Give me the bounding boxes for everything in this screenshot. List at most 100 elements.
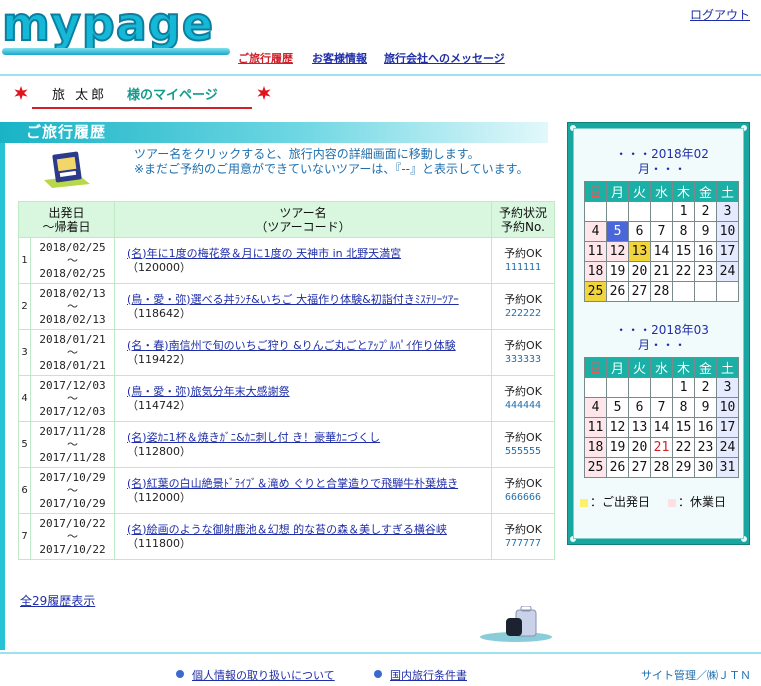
calendar-day: 9: [694, 221, 717, 242]
reservation-status: 予約OK: [504, 338, 542, 352]
calendar-month-mar: 日月火水木金土 1 2 3 4 5 6 7 8 9 10 11 12 13 14 15 16 17 18 19 20 21…: [584, 357, 739, 478]
tour-name-link[interactable]: (鳥・愛・弥)選べる丼ﾗﾝﾁ&いちご 大福作り体験&初詣付きﾐｽﾃﾘｰﾂｱｰ: [127, 293, 487, 307]
header-status-line2: 予約No.: [501, 219, 545, 234]
month-title-line2: 月・・・: [637, 338, 686, 352]
calendar-day: 12: [606, 417, 629, 438]
calendar-day: 31: [716, 457, 739, 478]
table-row: 1 2018/02/25 〜 2018/02/25 (名)年に1度の梅花祭＆月に1度の …: [18, 237, 555, 284]
tour-name-link[interactable]: (名)紅葉の白山絶景ﾄﾞﾗｲﾌﾞ＆滝め ぐりと合掌造りで飛騨牛朴葉焼き: [127, 477, 487, 491]
calendar-day: 17: [716, 241, 739, 262]
name-underline: [32, 107, 252, 109]
row-status: 予約OK 666666: [491, 467, 555, 514]
calendar-day: [650, 377, 673, 398]
date-tilde: 〜: [67, 438, 78, 451]
tour-name-link[interactable]: (名)絵画のような御射鹿池＆幻想 的な苔の森＆美しすぎる横谷峡: [127, 523, 487, 537]
intro-line-2: ※まだご予約のご用意ができていないツアーは、『--』と表示しています。: [134, 162, 529, 176]
legend-holiday: ：休業日: [668, 495, 726, 510]
row-status: 予約OK 222222: [491, 283, 555, 330]
calendar-day: 10: [716, 397, 739, 418]
reservation-number: 666666: [504, 491, 542, 503]
calendar-day: 16: [694, 241, 717, 262]
calendar-day: 11: [584, 241, 607, 262]
luggage-icon: [480, 605, 552, 642]
row-tour: (名)絵画のような御射鹿池＆幻想 的な苔の森＆美しすぎる横谷峡 （111800）: [114, 513, 492, 560]
calendar-day: 14: [650, 241, 673, 262]
depart-date: 2017/11/28: [39, 425, 106, 438]
calendar-day: 21: [650, 437, 673, 458]
weekday-row: 日月火水木金土: [584, 181, 739, 202]
table-row: 5 2017/11/28 〜 2017/11/28 (名)姿ｶﾆ1杯＆焼きｶﾞﾆ&ｶﾆ刺…: [18, 421, 555, 468]
calendar-week: 18 19 20 21 22 23 24: [584, 261, 739, 282]
logout-link[interactable]: ログアウト: [690, 6, 750, 23]
calendar-day: 19: [606, 261, 629, 282]
header-tour-line1: ツアー名: [279, 205, 327, 220]
user-name: 旅 太郎: [52, 88, 108, 103]
calendar-day: 28: [650, 457, 673, 478]
calendar-day: 13: [628, 417, 651, 438]
reservation-number: 444444: [504, 399, 542, 411]
date-tilde: 〜: [67, 392, 78, 405]
row-dates: 2017/11/28 〜 2017/11/28: [30, 421, 115, 468]
bullet-icon: [176, 670, 184, 678]
privacy-policy-link[interactable]: 個人情報の取り扱いについて: [192, 667, 335, 683]
date-tilde: 〜: [67, 484, 78, 497]
reservation-number: 333333: [504, 353, 542, 365]
calendar-month-feb: 日月火水木金土 1 2 3 4 5 6 7 8 9 10 11 12 13 14 15 16 17 18 19 20 21…: [584, 181, 739, 302]
nav-message-to-agency[interactable]: 旅行会社へのメッセージ: [384, 50, 505, 66]
row-dates: 2018/01/21 〜 2018/01/21: [30, 329, 115, 376]
return-date: 2018/01/21: [39, 359, 106, 372]
row-status: 予約OK 777777: [491, 513, 555, 560]
bullet-icon: [374, 670, 382, 678]
table-row: 2 2018/02/13 〜 2018/02/13 (鳥・愛・弥)選べる丼ﾗﾝﾁ&いちご…: [18, 283, 555, 330]
row-tour: (名)年に1度の梅花祭＆月に1度の 天神市 in 北野天満宮 （120000）: [114, 237, 492, 284]
tour-name-link[interactable]: (鳥・愛・弥)旅気分年末大感謝祭: [127, 385, 487, 399]
calendar-day: 30: [694, 457, 717, 478]
intro-line-1: ツアー名をクリックすると、旅行内容の詳細画面に移動します。: [134, 147, 480, 161]
calendar-day: 24: [716, 437, 739, 458]
travel-terms-link[interactable]: 国内旅行条件書: [390, 667, 467, 683]
row-tour: (名・春)南信州で旬のいちご狩り &りんご丸ごとｱｯﾌﾟﾙﾊﾟｲ作り体験 （119…: [114, 329, 492, 376]
depart-date: 2018/02/13: [39, 287, 106, 300]
tour-name-link[interactable]: (名・春)南信州で旬のいちご狩り &りんご丸ごとｱｯﾌﾟﾙﾊﾟｲ作り体験: [127, 339, 487, 353]
calendar-day: 26: [606, 281, 629, 302]
nav-travel-history[interactable]: ご旅行履歴: [238, 50, 293, 66]
all-history-link[interactable]: 全29履歴表示: [20, 592, 95, 609]
weekday-header: 土: [716, 357, 739, 378]
tour-name-link[interactable]: (名)年に1度の梅花祭＆月に1度の 天神市 in 北野天満宮: [127, 247, 487, 261]
weekday-header: 日: [584, 357, 607, 378]
calendar-day: [650, 201, 673, 222]
calendar-day: 9: [694, 397, 717, 418]
calendar-week: 11 12 13 14 15 16 17: [584, 417, 739, 438]
weekday-row: 日月火水木金土: [584, 357, 739, 378]
return-date: 2017/12/03: [39, 405, 106, 418]
calendar-day: 25: [584, 281, 607, 302]
logo-underline: [2, 48, 230, 55]
legend-departure-label: ：ご出発日: [590, 495, 651, 509]
mypage-suffix: 様のマイページ: [127, 88, 218, 103]
row-dates: 2017/10/22 〜 2017/10/22: [30, 513, 115, 560]
calendar-week: 25 26 27 28 29 30 31: [584, 457, 739, 478]
row-tour: (名)紅葉の白山絶景ﾄﾞﾗｲﾌﾞ＆滝め ぐりと合掌造りで飛騨牛朴葉焼き （1120…: [114, 467, 492, 514]
calendar-day: 23: [694, 437, 717, 458]
calendar-day: 15: [672, 241, 695, 262]
calendar-week: 11 12 13 14 15 16 17: [584, 241, 739, 262]
tour-code: （112800）: [127, 444, 191, 458]
calendar-day: 11: [584, 417, 607, 438]
nav-customer-info[interactable]: お客様情報: [312, 50, 367, 66]
header-divider: [0, 74, 761, 76]
tour-name-link[interactable]: (名)姿ｶﾆ1杯＆焼きｶﾞﾆ&ｶﾆ刺し付 き！豪華ｶﾆづくし: [127, 431, 487, 445]
section-side-bar: [0, 122, 5, 650]
row-number: 3: [18, 329, 31, 376]
calendar-day: 3: [716, 201, 739, 222]
return-date: 2017/10/22: [39, 543, 106, 556]
calendar-day: 12: [606, 241, 629, 262]
calendar-week: 4 5 6 7 8 9 10: [584, 221, 739, 242]
calendar-week: 4 5 6 7 8 9 10: [584, 397, 739, 418]
calendar-day: 6: [628, 221, 651, 242]
header-date: 出発日 〜帰着日: [18, 201, 115, 238]
return-date: 2018/02/25: [39, 267, 106, 280]
weekday-header: 火: [628, 357, 651, 378]
return-date: 2017/11/28: [39, 451, 106, 464]
calendar-week: 25 26 27 28: [584, 281, 739, 302]
calendar-panel: ・・・2018年02 月・・・ 日月火水木金土 1 2 3 4 5 6 7 8 9 10 11 12 13…: [567, 122, 750, 545]
